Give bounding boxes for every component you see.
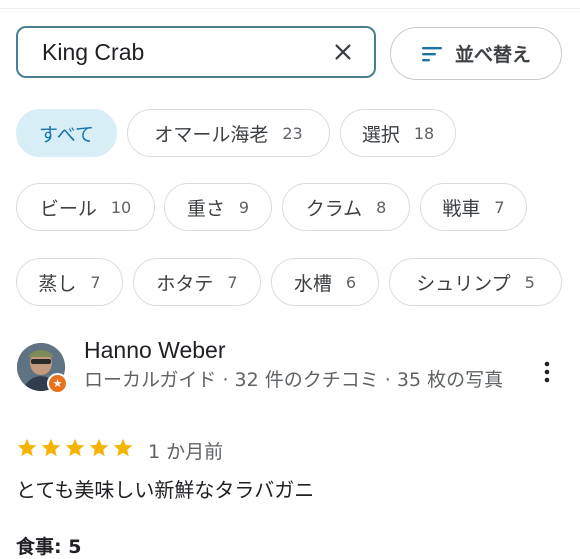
chip-label: クラム <box>305 197 363 220</box>
chip-lobster[interactable]: オマール海老 23 <box>127 109 330 157</box>
star-icon <box>113 438 133 457</box>
chip-label: 蒸し <box>38 272 77 295</box>
chip-count: 9 <box>238 197 250 217</box>
reviewer-meta: ローカルガイド · 32 件のクチコミ · 35 枚の写真 <box>84 369 504 391</box>
chip-label: 水槽 <box>293 272 332 295</box>
close-icon[interactable] <box>332 41 354 63</box>
chip-label: 選択 <box>361 123 400 146</box>
star-icon <box>89 438 109 457</box>
sort-label: 並べ替え <box>454 44 531 66</box>
chip-scallop[interactable]: ホタテ 7 <box>133 258 261 306</box>
chip-label: すべて <box>39 123 94 146</box>
rating-stars <box>16 435 134 461</box>
review-date: 1 か月前 <box>148 441 224 463</box>
chip-label: 重さ <box>186 197 225 220</box>
chip-all[interactable]: すべて <box>16 109 117 157</box>
chip-aquarium[interactable]: 水槽 6 <box>271 258 379 306</box>
chip-selection[interactable]: 選択 18 <box>340 109 456 157</box>
star-icon <box>17 438 37 457</box>
reviewer-name[interactable]: Hanno Weber <box>84 337 226 364</box>
chip-label: シュリンプ <box>416 272 511 295</box>
star-icon <box>41 438 61 457</box>
chip-count: 7 <box>494 197 505 217</box>
review-text: とても美味しい新鮮なタラバガニ <box>16 478 315 502</box>
local-guide-badge-icon: ★ <box>47 373 68 394</box>
sort-icon <box>421 46 442 61</box>
food-rating-label: 食事: 5 <box>16 536 82 558</box>
chip-label: 戦車 <box>442 197 481 220</box>
star-icon <box>65 438 85 457</box>
chip-label: ビール <box>39 197 97 220</box>
chip-tank[interactable]: 戦車 7 <box>420 183 527 231</box>
chip-beer[interactable]: ビール 10 <box>16 183 155 231</box>
chip-label: オマール海老 <box>154 123 269 146</box>
chip-count: 7 <box>227 272 238 292</box>
chip-label: ホタテ <box>156 272 214 295</box>
chip-steamed[interactable]: 蒸し 7 <box>16 258 123 306</box>
chip-clam[interactable]: クラム 8 <box>282 183 410 231</box>
chip-count: 5 <box>524 272 535 292</box>
chip-count: 23 <box>282 123 303 143</box>
search-input[interactable] <box>42 38 312 66</box>
chip-count: 8 <box>376 197 387 217</box>
search-field[interactable] <box>16 26 376 78</box>
chip-count: 7 <box>90 272 101 292</box>
more-options-icon[interactable] <box>540 360 554 384</box>
chip-count: 18 <box>413 123 435 143</box>
chip-count: 10 <box>110 197 132 217</box>
chip-shrimp[interactable]: シュリンプ 5 <box>389 258 562 306</box>
top-divider <box>0 8 580 9</box>
chip-count: 6 <box>345 272 357 292</box>
chip-weight[interactable]: 重さ 9 <box>164 183 272 231</box>
sort-button[interactable]: 並べ替え <box>390 27 562 80</box>
